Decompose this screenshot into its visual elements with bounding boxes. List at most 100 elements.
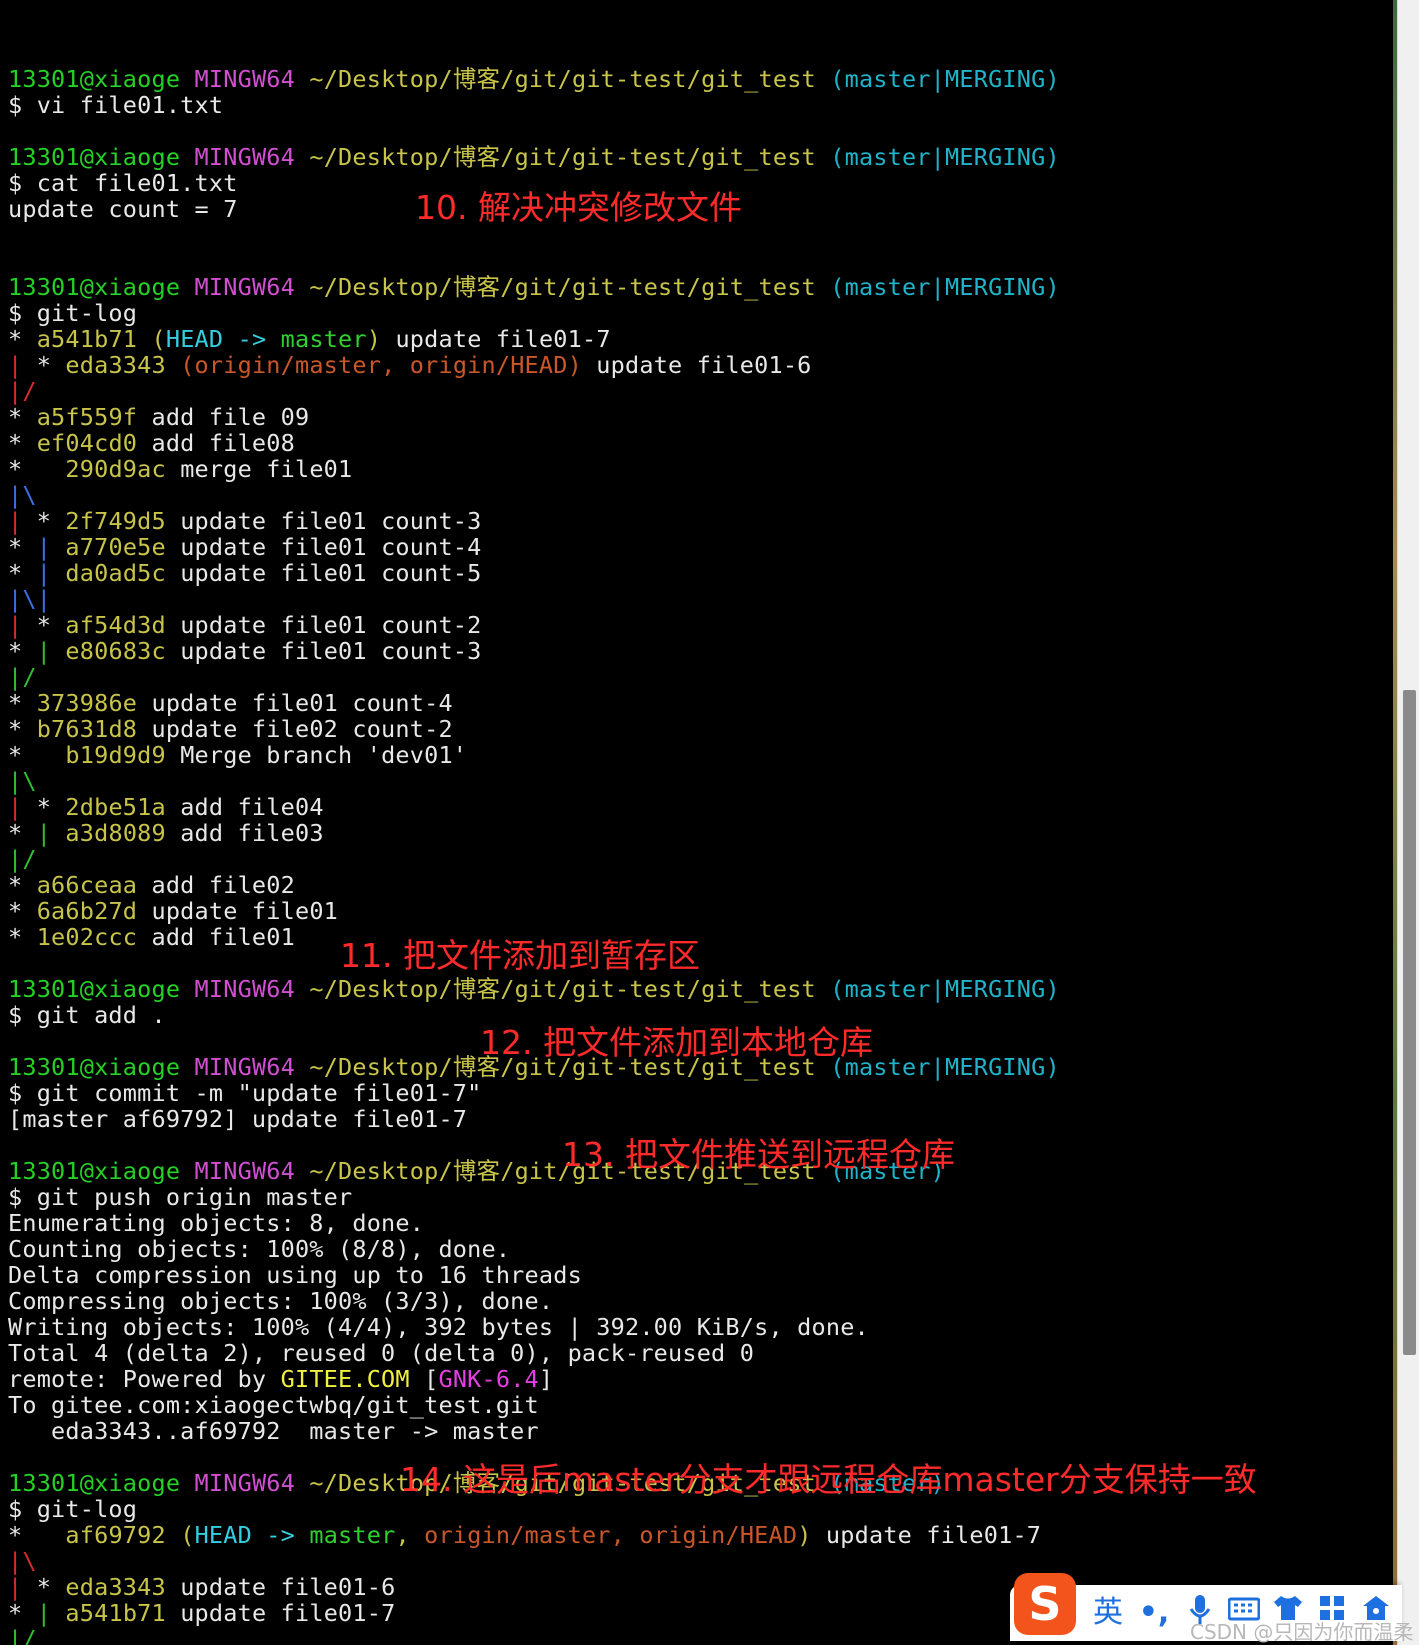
terminal-text: To gitee.com:xiaogectwbq/git_test.git [8, 1391, 539, 1419]
terminal-text: a5f559f [36, 403, 138, 431]
terminal-text: master [309, 1521, 396, 1549]
terminal-text: | [36, 533, 52, 561]
terminal-text: MINGW64 [194, 1053, 295, 1081]
terminal-line: To gitee.com:xiaogectwbq/git_test.git [8, 1392, 1060, 1418]
terminal-text: HEAD -> [194, 1521, 310, 1549]
terminal-text: MINGW64 [194, 65, 295, 93]
terminal-text: $ cat file01.txt [8, 169, 238, 197]
terminal-text: | [36, 1599, 52, 1627]
terminal-line: * a66ceaa add file02 [8, 872, 1060, 898]
terminal-text: |/ [8, 1625, 37, 1645]
terminal-line: * a541b71 (HEAD -> master) update file01… [8, 326, 1060, 352]
terminal-line: |/ [8, 1626, 1060, 1645]
terminal-text: | [8, 351, 23, 379]
terminal-text: * [8, 1599, 37, 1627]
terminal-text: * [22, 611, 66, 639]
terminal-line: Writing objects: 100% (4/4), 392 bytes |… [8, 1314, 1060, 1340]
terminal-text: update file01 count-3 [165, 507, 482, 535]
terminal-text: * [22, 351, 66, 379]
terminal-line: * b19d9d9 Merge branch 'dev01' [8, 742, 1060, 768]
terminal-text: MINGW64 [194, 143, 295, 171]
terminal-text: Writing objects: 100% (4/4), 392 bytes |… [8, 1313, 869, 1341]
terminal-text: a541b71 [65, 1599, 166, 1627]
terminal-text: $ git commit -m "update file01-7" [8, 1079, 482, 1107]
terminal-text: eda3343 [65, 1573, 166, 1601]
terminal-text: b19d9d9 [65, 741, 166, 769]
terminal-text: Counting objects: 100% (8/8), done. [8, 1235, 511, 1263]
csdn-watermark: CSDN @只因为你而温柔 [1190, 1620, 1414, 1644]
terminal-line: |\ [8, 768, 1060, 794]
terminal-line: * b7631d8 update file02 count-2 [8, 716, 1060, 742]
annotation-step-14: 14. 这是后master分支才跟远程仓库master分支保持一致 [400, 1460, 1257, 1499]
terminal-text: update file01-7 [381, 325, 611, 353]
terminal-text: $ git add . [8, 1001, 166, 1029]
terminal-text: ( [151, 325, 166, 353]
terminal-text: ~/Desktop/博客/git/git-test/git_test [309, 65, 816, 93]
terminal-text: * [8, 897, 37, 925]
terminal-line: $ git-log [8, 1496, 1060, 1522]
terminal-text: | [8, 793, 23, 821]
terminal-text: 13301@xiaoge [8, 1053, 181, 1081]
terminal-text: a66ceaa [36, 871, 138, 899]
terminal-text: add file02 [137, 871, 295, 899]
terminal-line: * | a3d8089 add file03 [8, 820, 1060, 846]
ime-language-toggle[interactable]: 英 [1088, 1593, 1128, 1633]
terminal-line: |\| [8, 586, 1060, 612]
terminal-text: ) [366, 325, 382, 353]
terminal-text: ( [180, 1521, 195, 1549]
terminal-window[interactable]: 13301@xiaoge MINGW64 ~/Desktop/博客/git/gi… [0, 0, 1393, 1645]
scrollbar-thumb[interactable] [1403, 690, 1416, 1355]
ime-punctuation-toggle[interactable]: •, [1134, 1593, 1174, 1633]
terminal-text: 13301@xiaoge [8, 1469, 181, 1497]
terminal-line: * | e80683c update file01 count-3 [8, 638, 1060, 664]
terminal-line: $ git commit -m "update file01-7" [8, 1080, 1060, 1106]
annotation-step-12: 12. 把文件添加到本地仓库 [480, 1023, 873, 1062]
terminal-text: | [36, 559, 52, 587]
terminal-line: remote: Powered by GITEE.COM [GNK-6.4] [8, 1366, 1060, 1392]
terminal-line: * | da0ad5c update file01 count-5 [8, 560, 1060, 586]
terminal-text: 2f749d5 [65, 507, 166, 535]
terminal-text: add file03 [165, 819, 324, 847]
terminal-line: $ vi file01.txt [8, 92, 1060, 118]
terminal-text: update file01-6 [165, 1573, 396, 1601]
terminal-line: | * eda3343 update file01-6 [8, 1574, 1060, 1600]
terminal-text: Enumerating objects: 8, done. [8, 1209, 425, 1237]
terminal-line: | * eda3343 (origin/master, origin/HEAD)… [8, 352, 1060, 378]
terminal-line: $ git push origin master [8, 1184, 1060, 1210]
terminal-text: ~/Desktop/博客/git/git-test/git_test [309, 143, 816, 171]
terminal-text: 13301@xiaoge [8, 65, 181, 93]
terminal-text: add file04 [165, 793, 324, 821]
terminal-text: ~/Desktop/博客/git/git-test/git_test [309, 975, 816, 1003]
terminal-text: (master|MERGING) [830, 143, 1060, 171]
terminal-text: update file01-7 [811, 1521, 1042, 1549]
terminal-line: | * 2dbe51a add file04 [8, 794, 1060, 820]
terminal-text: ) [797, 1521, 812, 1549]
vertical-scrollbar[interactable] [1397, 0, 1419, 1645]
terminal-text: da0ad5c [65, 559, 166, 587]
terminal-text: | [8, 1573, 23, 1601]
terminal-text: * [8, 715, 37, 743]
terminal-text: $ git push origin master [8, 1183, 353, 1211]
terminal-text: merge file01 [165, 455, 353, 483]
terminal-text: 13301@xiaoge [8, 143, 181, 171]
terminal-text: * [8, 325, 37, 353]
terminal-text: GNK-6.4 [438, 1365, 539, 1393]
sogou-logo-icon[interactable]: S [1014, 1573, 1076, 1635]
terminal-text: update file01-7 [165, 1599, 396, 1627]
terminal-line: Delta compression using up to 16 threads [8, 1262, 1060, 1288]
terminal-line: 13301@xiaoge MINGW64 ~/Desktop/博客/git/gi… [8, 976, 1060, 1002]
terminal-line: $ git-log [8, 300, 1060, 326]
terminal-text: 13301@xiaoge [8, 975, 181, 1003]
